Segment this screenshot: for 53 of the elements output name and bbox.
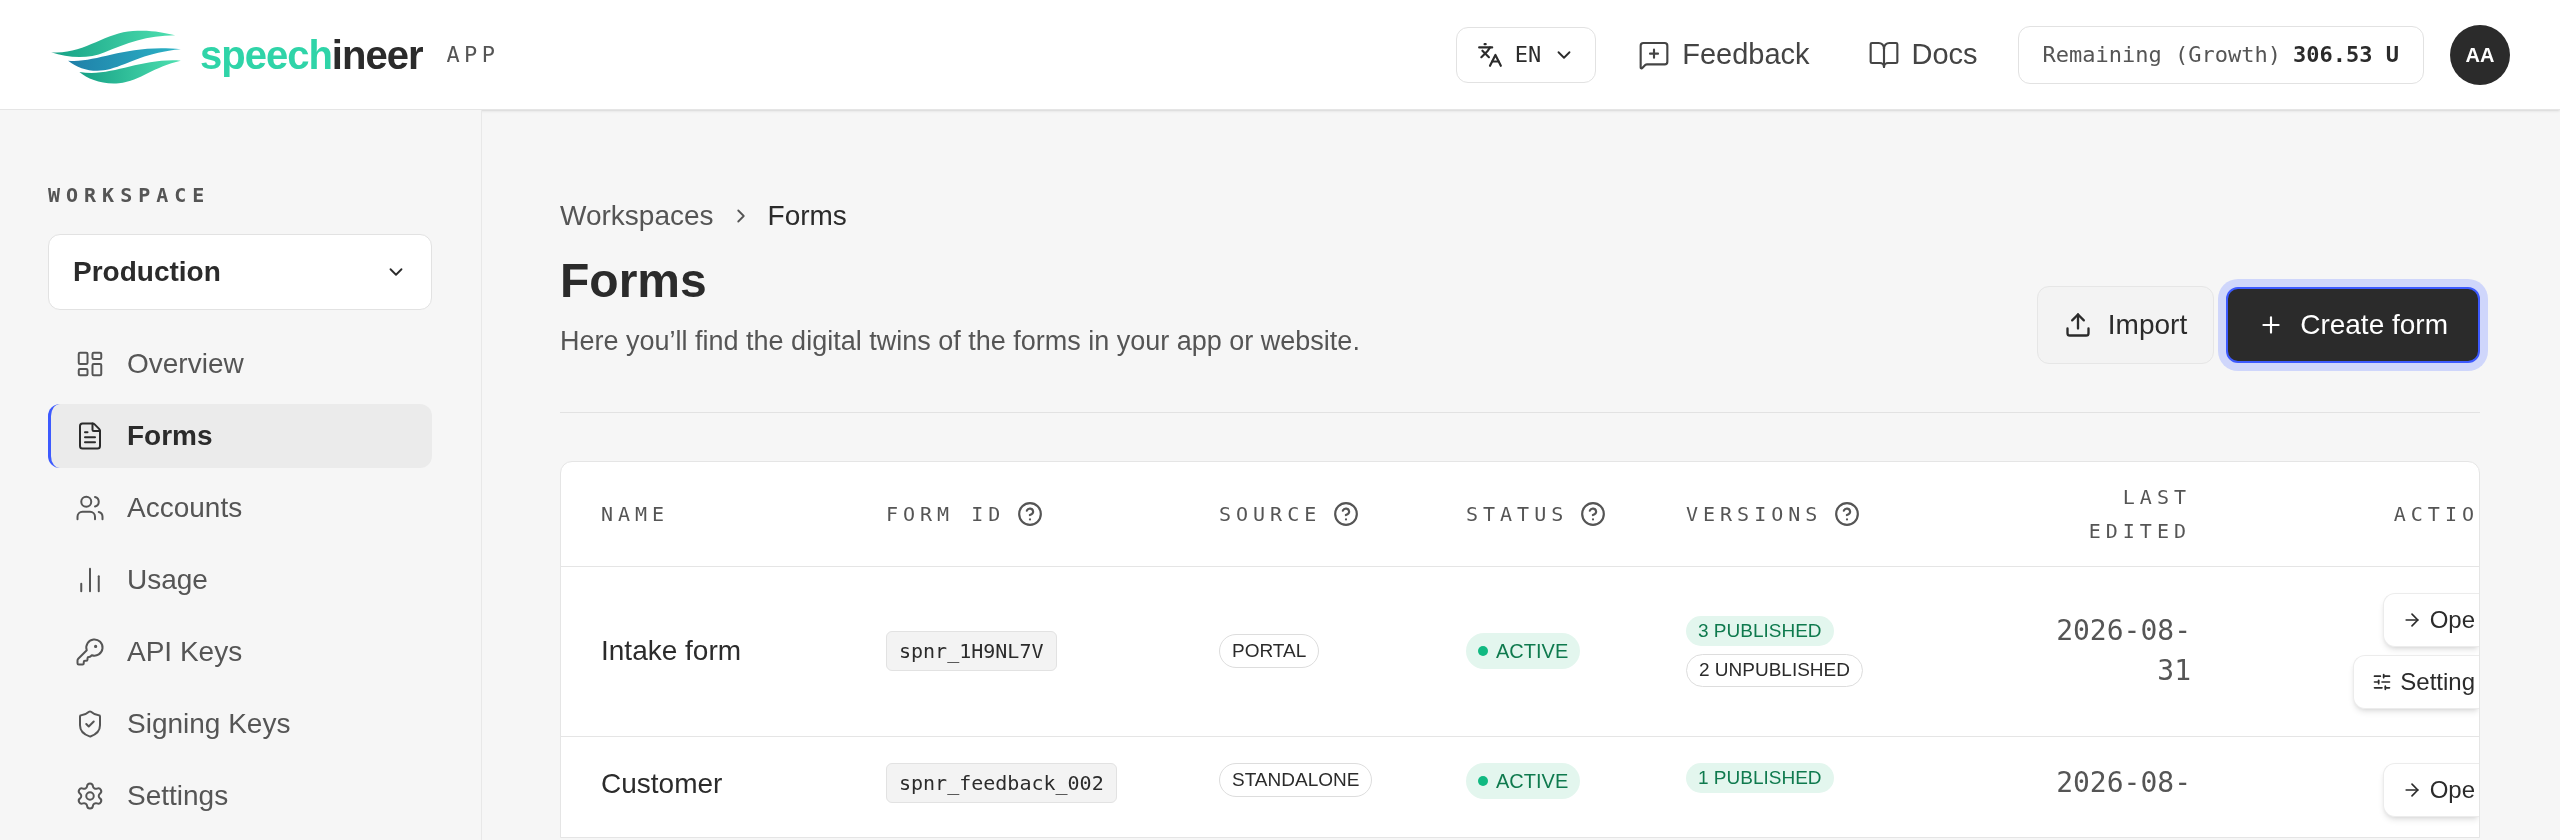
breadcrumb-link[interactable]: Workspaces <box>560 195 714 237</box>
column-header: LAST EDITED <box>2087 483 2191 545</box>
import-button[interactable]: Import <box>2036 285 2215 364</box>
workspace-label: WORKSPACE <box>48 182 212 209</box>
users-icon <box>75 493 105 523</box>
sidebar-item[interactable]: Overview <box>48 332 432 396</box>
status-tag: ACTIVE <box>1466 762 1581 799</box>
page-subtitle: Here you’ll find the digital twins of the forms in your app or website. <box>560 325 1360 358</box>
translate-icon <box>1476 41 1503 68</box>
column-header: FORM ID <box>886 500 1006 528</box>
upload-icon <box>2063 310 2092 339</box>
version-tag: 3 PUBLISHED <box>1686 615 1834 646</box>
user-avatar[interactable]: AA <box>2450 24 2510 85</box>
help-icon[interactable] <box>1333 500 1360 527</box>
help-icon[interactable] <box>1017 500 1044 527</box>
settings-button[interactable]: Setting <box>2353 655 2479 709</box>
dashboard-icon <box>75 349 105 379</box>
breadcrumb-link[interactable]: Forms <box>767 195 847 237</box>
header-link[interactable]: Docs <box>1867 32 1978 77</box>
help-icon[interactable] <box>1834 500 1861 527</box>
sidebar-item[interactable]: Settings <box>48 764 432 828</box>
settings-icon <box>75 781 105 811</box>
open-button[interactable]: Ope <box>2382 762 2479 817</box>
remaining-label: Remaining (Growth) <box>2042 41 2282 69</box>
app-label: APP <box>446 41 500 69</box>
form-name[interactable]: Customer <box>601 762 886 805</box>
status-tag: ACTIVE <box>1466 633 1581 669</box>
sidebar-item[interactable]: Accounts <box>48 476 432 540</box>
speechineer-logo-text: speechineer <box>200 34 423 75</box>
remaining-value: 306.53 U <box>2293 41 2399 69</box>
last-edited-date: 2026-08-31 <box>2055 613 2191 689</box>
help-icon[interactable] <box>1580 500 1607 527</box>
column-header: VERSIONS <box>1686 500 1823 528</box>
key-icon <box>75 637 105 667</box>
sliders-icon <box>2372 672 2393 692</box>
form-id-code: spnr_feedback_002 <box>886 762 1117 803</box>
sidebar-item[interactable]: Signing Keys <box>48 692 432 756</box>
column-header: NAME <box>601 500 670 528</box>
page-title: Forms <box>560 253 708 309</box>
form-id-code: spnr_1H9NL7V <box>886 631 1057 671</box>
column-header: STATUS <box>1466 500 1569 528</box>
header-link[interactable]: Feedback <box>1638 32 1810 77</box>
sidebar-item[interactable]: Usage <box>48 548 432 612</box>
form-name[interactable]: Intake form <box>601 630 886 672</box>
workspace-select[interactable]: Production <box>48 234 432 310</box>
column-header: ACTIO <box>2393 500 2479 528</box>
sidebar-item[interactable]: API Keys <box>48 620 432 684</box>
sidebar-item[interactable]: Forms <box>48 404 432 468</box>
version-tag: 1 PUBLISHED <box>1686 762 1834 793</box>
last-edited-date: 2026-08- <box>2055 764 2191 801</box>
language-select[interactable]: EN <box>1455 26 1597 83</box>
open-button[interactable]: Ope <box>2382 593 2479 647</box>
column-header: SOURCE <box>1219 500 1322 528</box>
